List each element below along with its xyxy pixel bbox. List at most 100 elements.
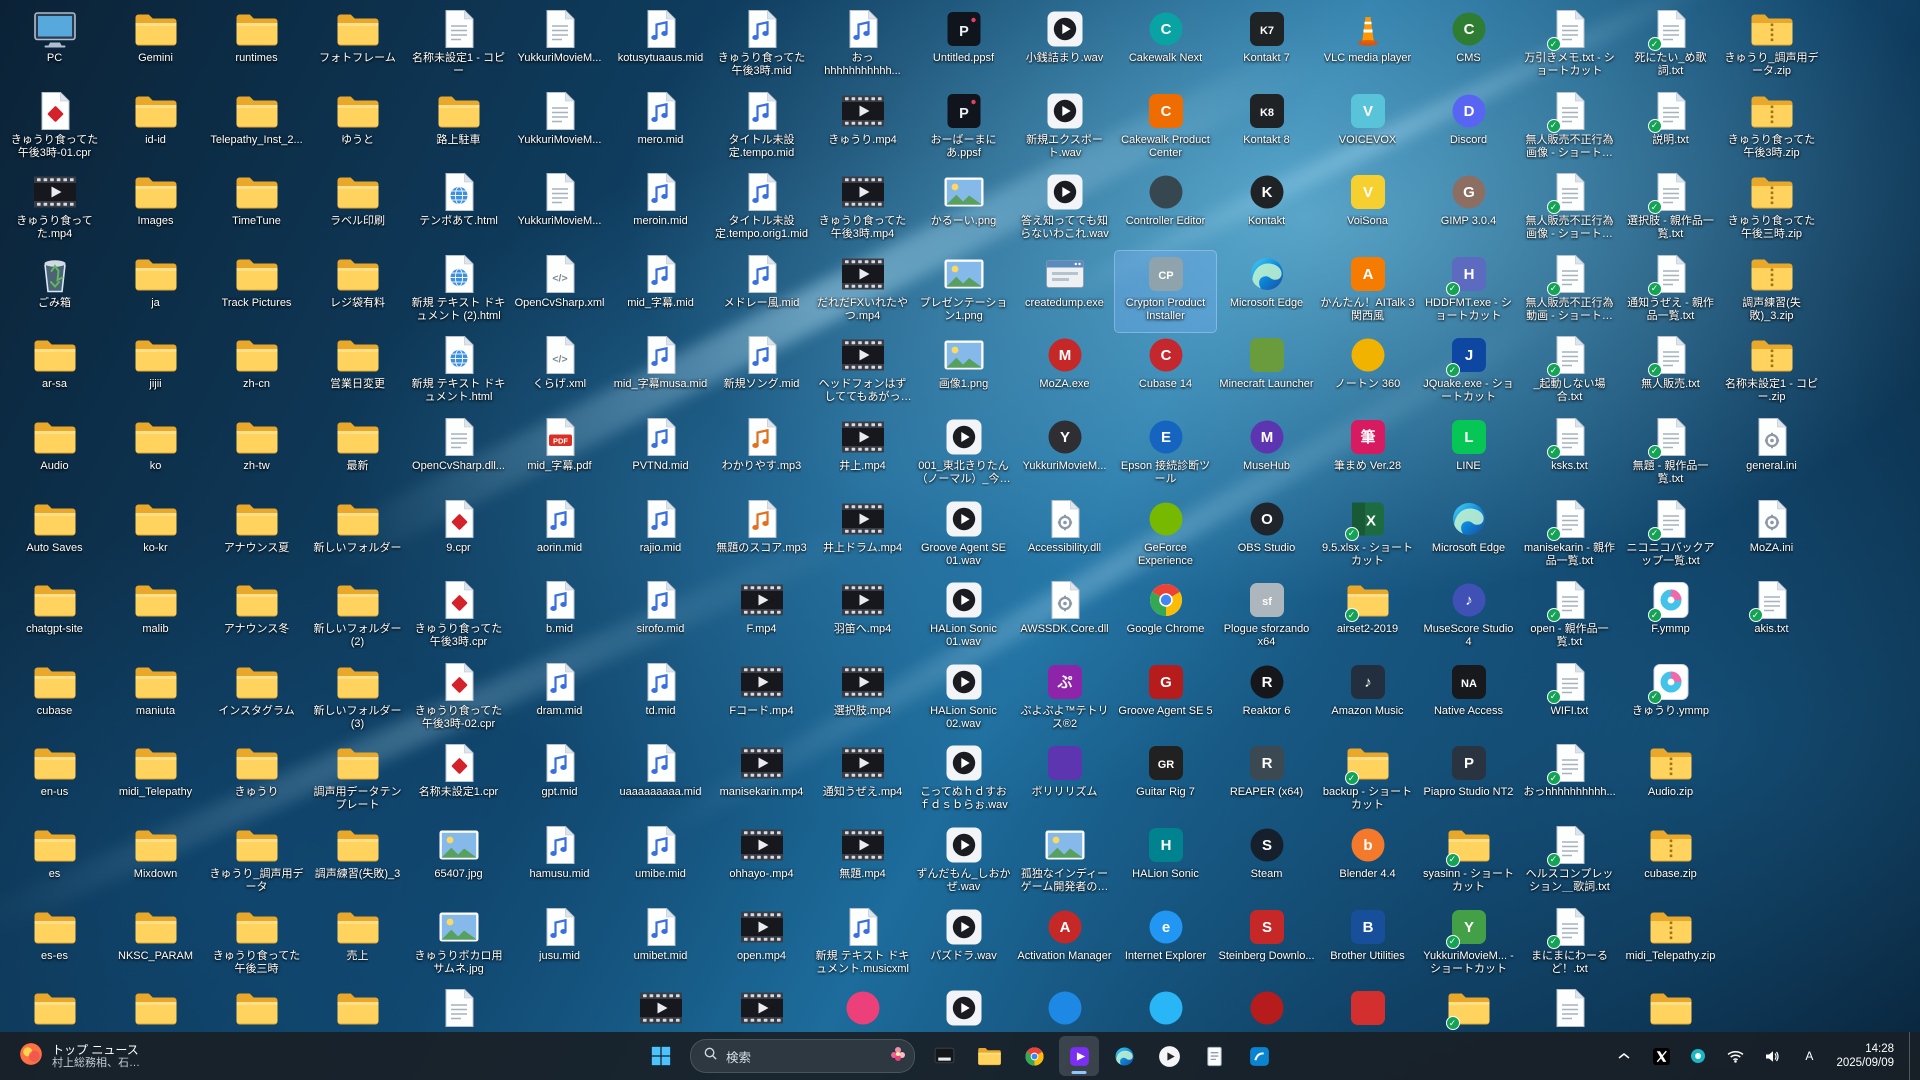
desktop-icon[interactable]: 65407.jpg [408,822,509,904]
desktop-icon[interactable]: ✓万引きメモ.txt - ショートカット [1519,6,1620,88]
desktop-icon[interactable]: malib [105,577,206,659]
desktop-icon[interactable]: 小銭詰まり.wav [1014,6,1115,88]
desktop-icon[interactable]: PPiapro Studio NT2 [1418,740,1519,822]
start-button[interactable] [641,1036,681,1076]
desktop-icon[interactable]: cubase [4,659,105,741]
desktop-icon[interactable]: 選択肢.mp4 [812,659,913,741]
desktop-icon[interactable]: 調声練習(失敗)_3 [307,822,408,904]
desktop-icon[interactable]: 新しいフォルダー (2) [307,577,408,659]
desktop-icon[interactable] [1014,985,1115,1038]
desktop-icon[interactable]: createdump.exe [1014,251,1115,333]
desktop-icon[interactable]: GRGuitar Rig 7 [1115,740,1216,822]
desktop-icon[interactable]: PC [4,6,105,88]
desktop-icon[interactable]: 井上.mp4 [812,414,913,496]
desktop-icon[interactable]: meroin.mid [610,169,711,251]
desktop-icon[interactable]: ✓死にたい_め歌詞.txt [1620,6,1721,88]
desktop-icon[interactable]: ✓ [1418,985,1519,1038]
desktop-icon[interactable]: </>OpenCvSharp.xml [509,251,610,333]
desktop-icon[interactable]: CCubase 14 [1115,332,1216,414]
desktop-icon[interactable]: 新規ソング.mid [711,332,812,414]
desktop-icon[interactable]: 筆筆まめ Ver.28 [1317,414,1418,496]
desktop-icon[interactable]: zh-tw [206,414,307,496]
desktop-icon[interactable]: 画像1.png [913,332,1014,414]
desktop-icon[interactable]: 通知うぜえ.mp4 [812,740,913,822]
desktop-icon[interactable]: ✓ニコニコバックアップ一覧.txt [1620,496,1721,578]
desktop-icon[interactable]: X✓9.5.xlsx - ショートカット [1317,496,1418,578]
desktop-icon[interactable] [1216,985,1317,1038]
desktop-icon[interactable]: Groove Agent SE 01.wav [913,496,1014,578]
desktop-icon[interactable]: 新規 テキスト ドキュメント.html [408,332,509,414]
desktop-icon[interactable]: 答え知ってても知らないわこれ.wav [1014,169,1115,251]
desktop-icon[interactable]: VVoiSona [1317,169,1418,251]
desktop-icon[interactable]: maniuta [105,659,206,741]
desktop-icon[interactable]: HALion Sonic 01.wav [913,577,1014,659]
desktop-icon[interactable]: きゅうり食ってた午後三時 [206,904,307,986]
desktop-icon[interactable]: インスタグラム [206,659,307,741]
desktop-icon[interactable]: ✓F.ymmp [1620,577,1721,659]
desktop-icon[interactable]: open.mp4 [711,904,812,986]
desktop-icon[interactable]: LLINE [1418,414,1519,496]
desktop-icon[interactable]: ✓説明.txt [1620,88,1721,170]
desktop-icon[interactable]: ja [105,251,206,333]
desktop-icon[interactable]: きゅうり食ってた.mp4 [4,169,105,251]
desktop-icon[interactable]: ✓選択肢 - 親作品一覧.txt [1620,169,1721,251]
desktop-icon[interactable]: ✓ヘルスコンプレッション＿歌詞.txt [1519,822,1620,904]
desktop-icon[interactable]: ずんだもん_しおかぜ.wav [913,822,1014,904]
desktop-icon[interactable]: CPCrypton Product Installer [1115,251,1216,333]
desktop-icon[interactable]: 調声練習(失敗)_3.zip [1721,251,1822,333]
desktop-icon[interactable]: H✓HDDFMT.exe - ショートカット [1418,251,1519,333]
desktop-icon[interactable]: EEpson 接続診断ツール [1115,414,1216,496]
tray-chevron-up-button[interactable] [1610,1041,1638,1071]
desktop-icon[interactable]: きゅうり食ってた午後3時.mp4 [812,169,913,251]
desktop-icon[interactable] [1115,985,1216,1038]
desktop-icon[interactable]: RREAPER (x64) [1216,740,1317,822]
desktop-icon[interactable]: MoZA.ini [1721,496,1822,578]
desktop-icon[interactable]: ゆうと [307,88,408,170]
desktop-icon[interactable]: 名称未設定1.cpr [408,740,509,822]
desktop-icon[interactable]: HHALion Sonic [1115,822,1216,904]
desktop-icon[interactable]: だれだFXいれたやつ.mp4 [812,251,913,333]
desktop-icon[interactable]: きゅうり食ってた午後3時.cpr [408,577,509,659]
desktop-icon[interactable]: Accessibility.dll [1014,496,1115,578]
desktop-icon[interactable]: YukkuriMovieM... [509,6,610,88]
wifi-icon[interactable] [1721,1041,1749,1071]
desktop-icon[interactable]: Microsoft Edge [1216,251,1317,333]
desktop-icon[interactable]: ko-kr [105,496,206,578]
desktop-icon[interactable]: 新しいフォルダー (3) [307,659,408,741]
desktop-icon[interactable]: runtimes [206,6,307,88]
desktop-icon[interactable] [105,985,206,1038]
desktop-icon[interactable]: 新しいフォルダー [307,496,408,578]
desktop-icon[interactable]: ✓WIFI.txt [1519,659,1620,741]
desktop-icon[interactable]: MMuseHub [1216,414,1317,496]
desktop-icon[interactable]: ヘッドフォンはずしててもあがった.mp4 [812,332,913,414]
desktop-icon[interactable]: 9.cpr [408,496,509,578]
desktop-icon[interactable]: 無題のスコア.mp3 [711,496,812,578]
desktop-icon[interactable]: en-us [4,740,105,822]
desktop-icon[interactable]: タイトル未設定.tempo.orig1.mid [711,169,812,251]
desktop-icon[interactable]: ✓ksks.txt [1519,414,1620,496]
desktop-icon[interactable]: CCMS [1418,6,1519,88]
desktop-icon[interactable]: アナウンス冬 [206,577,307,659]
desktop-icon[interactable]: VLC media player [1317,6,1418,88]
desktop-icon[interactable]: KKontakt [1216,169,1317,251]
desktop-icon[interactable]: gpt.mid [509,740,610,822]
desktop-icon[interactable]: 名称未設定1 - コピー.zip [1721,332,1822,414]
desktop-icon[interactable] [1519,985,1620,1038]
desktop-icon[interactable]: アナウンス夏 [206,496,307,578]
desktop-icon[interactable]: ✓無人販売.txt [1620,332,1721,414]
desktop-icon[interactable]: Google Chrome [1115,577,1216,659]
desktop-icon[interactable]: 新規 テキスト ドキュメント (2).html [408,251,509,333]
desktop-icon[interactable]: GeForce Experience [1115,496,1216,578]
taskbar-file-explorer[interactable] [969,1036,1009,1076]
desktop-icon[interactable]: ohhayo-.mp4 [711,822,812,904]
desktop-icon[interactable]: きゅうり食ってた午後三時.zip [1721,169,1822,251]
desktop-icon[interactable]: 最新 [307,414,408,496]
desktop-icon[interactable]: Aかんたん！AITalk 3 関西風 [1317,251,1418,333]
volume-icon[interactable] [1758,1041,1786,1071]
desktop-icon[interactable]: ✓manisekarin - 親作品一覧.txt [1519,496,1620,578]
desktop-icon[interactable]: ✓_起動しない場合.txt [1519,332,1620,414]
desktop-icon[interactable] [408,985,509,1038]
tray-teal-app-icon[interactable] [1684,1041,1712,1071]
desktop-icon[interactable]: midi_Telepathy [105,740,206,822]
desktop-icon[interactable]: sfPlogue sforzando x64 [1216,577,1317,659]
